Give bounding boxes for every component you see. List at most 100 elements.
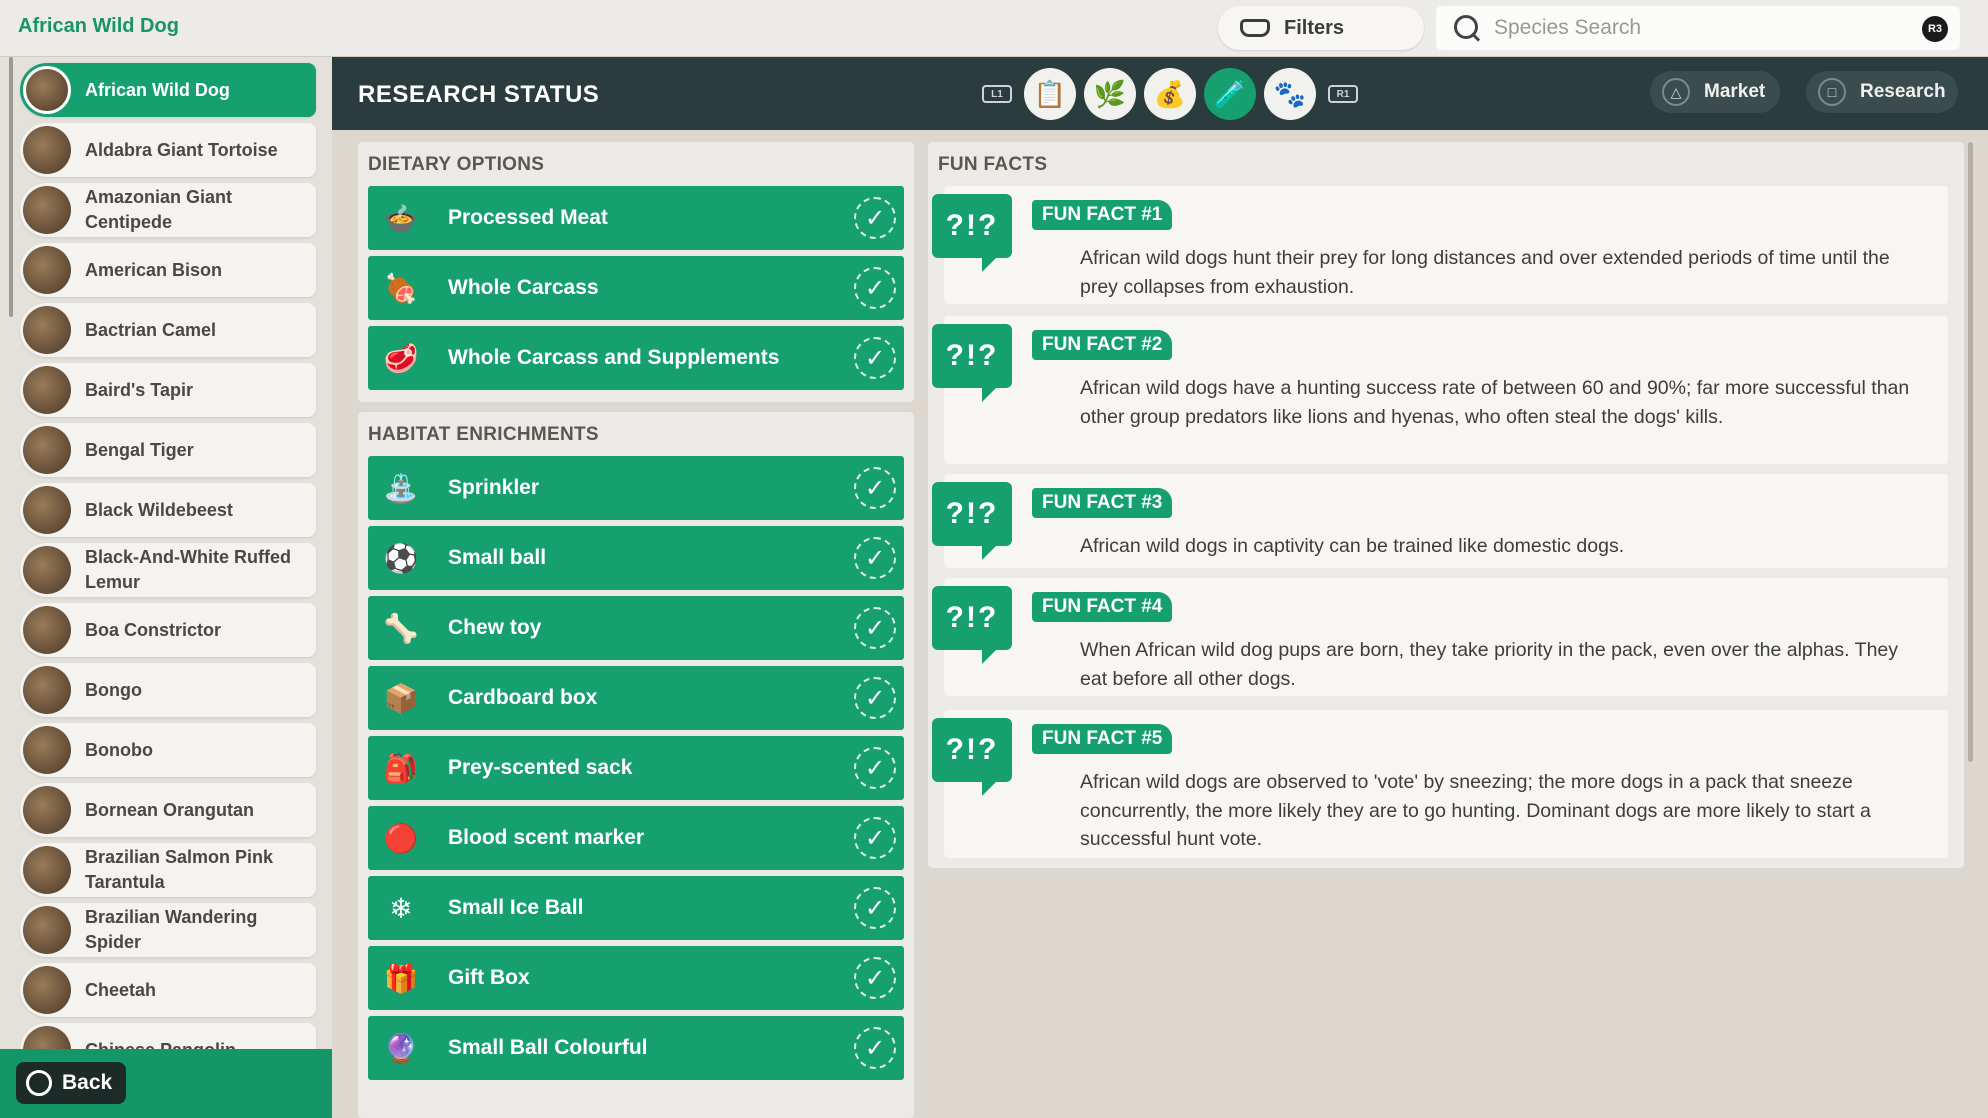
species-name: Aldabra Giant Tortoise [85,139,278,160]
species-avatar [23,906,71,954]
species-search[interactable]: R3 [1436,6,1960,50]
top-bar: African Wild Dog Filters R3 [0,0,1988,57]
fun-fact-tag: FUN FACT #4 [1032,592,1173,622]
researched-check-icon: ✓ [854,197,896,239]
blood-marker-icon: 🔴 [383,822,419,854]
sidebar-species-item[interactable]: Bactrian Camel [20,303,316,357]
sidebar-species-item[interactable]: Baird's Tapir [20,363,316,417]
fun-fact-bubble-icon: ?!? [932,586,1012,664]
sidebar-species-item[interactable]: Bornean Orangutan [20,783,316,837]
small-ball-icon: ⚽ [383,542,419,574]
fun-fact-bubble-icon: ?!? [932,324,1012,402]
species-name: American Bison [85,259,223,280]
tab-habitat-icon[interactable]: 🌿 [1084,68,1136,120]
scented-sack-icon: 🎒 [383,752,419,784]
dietary-option-row[interactable]: 🍖 Whole Carcass ✓ [368,256,904,320]
fun-fact-tag: FUN FACT #1 [1032,200,1173,230]
researched-check-icon: ✓ [854,747,896,789]
tab-clipboard-icon[interactable]: 📋 [1024,68,1076,120]
market-label: Market [1704,81,1766,102]
option-label: Sprinkler [448,476,540,499]
sidebar-species-item[interactable]: Bengal Tiger [20,423,316,477]
r1-button-icon[interactable]: R1 [1328,85,1358,103]
species-name: Cheetah [85,979,157,1000]
species-name: Brazilian Wandering Spider [85,907,258,952]
tab-enrichment-icon[interactable]: 🧪 [1204,68,1256,120]
carcass-icon: 🍖 [383,272,419,304]
habitat-enrichments-panel: HABITAT ENRICHMENTS ⛲ Sprinkler ✓ ⚽ Small ba… [358,412,914,1118]
fun-fact-card: ?!? FUN FACT #3 African wild dogs in capti… [932,474,1948,568]
filters-button[interactable]: Filters [1218,6,1424,50]
meat-bowl-icon: 🍲 [383,202,419,234]
species-name: Bonobo [85,739,153,760]
dietary-option-row[interactable]: 🥩 Whole Carcass and Supplements ✓ [368,326,904,390]
habitat-option-row[interactable]: 🎁 Gift Box ✓ [368,946,904,1010]
sidebar-species-item[interactable]: Aldabra Giant Tortoise [20,123,316,177]
fun-fact-card: ?!? FUN FACT #1 African wild dogs hunt the… [932,186,1948,304]
fun-fact-tag: FUN FACT #3 [1032,488,1173,518]
habitat-option-row[interactable]: 🦴 Chew toy ✓ [368,596,904,660]
research-label: Research [1860,81,1946,102]
research-button[interactable]: □ Research [1806,71,1958,113]
species-name: Bongo [85,679,142,700]
species-avatar [23,846,71,894]
option-label: Blood scent marker [448,826,645,849]
fun-fact-text: African wild dogs in captivity can be tr… [1080,535,1625,557]
sidebar-species-item[interactable]: African Wild Dog [20,63,316,117]
researched-check-icon: ✓ [854,267,896,309]
back-label: Back [62,1071,113,1094]
habitat-option-row[interactable]: ⚽ Small ball ✓ [368,526,904,590]
researched-check-icon: ✓ [854,467,896,509]
sidebar-species-item[interactable]: Boa Constrictor [20,603,316,657]
triangle-button-icon: △ [1662,78,1690,106]
researched-check-icon: ✓ [854,337,896,379]
species-avatar [23,426,71,474]
researched-check-icon: ✓ [854,957,896,999]
sidebar-species-item[interactable]: American Bison [20,243,316,297]
circle-button-icon [26,1070,52,1096]
habitat-enrichments-title: HABITAT ENRICHMENTS [368,424,599,445]
habitat-option-row[interactable]: 📦 Cardboard box ✓ [368,666,904,730]
sidebar-species-item[interactable]: Black Wildebeest [20,483,316,537]
option-label: Processed Meat [448,206,608,229]
species-search-input[interactable] [1494,16,1894,40]
sidebar-species-item[interactable]: Black-And-White Ruffed Lemur [20,543,316,597]
habitat-option-row[interactable]: ⛲ Sprinkler ✓ [368,456,904,520]
option-label: Whole Carcass [448,276,599,299]
back-button[interactable]: Back [16,1062,126,1104]
habitat-option-row[interactable]: 🔴 Blood scent marker ✓ [368,806,904,870]
research-header: RESEARCH STATUS L1 📋 🌿 💰 🧪 🐾 R1 △ Market… [332,57,1988,130]
species-avatar [23,366,71,414]
sidebar-species-item[interactable]: Brazilian Wandering Spider [20,903,316,957]
dietary-option-row[interactable]: 🍲 Processed Meat ✓ [368,186,904,250]
fun-fact-card: ?!? FUN FACT #2 African wild dogs have a h… [932,316,1948,464]
ice-ball-icon: ❄ [389,892,413,924]
tab-paw-icon[interactable]: 🐾 [1264,68,1316,120]
habitat-option-row[interactable]: ❄ Small Ice Ball ✓ [368,876,904,940]
habitat-option-row[interactable]: 🎒 Prey-scented sack ✓ [368,736,904,800]
option-label: Cardboard box [448,686,598,709]
dietary-options-title: DIETARY OPTIONS [368,154,545,175]
sidebar-species-item[interactable]: Bongo [20,663,316,717]
species-name: Black Wildebeest [85,499,233,520]
gift-box-icon: 🎁 [383,962,419,994]
sidebar-scrollbar[interactable] [9,57,13,317]
sidebar-species-item[interactable]: Amazonian Giant Centipede [20,183,316,237]
page-title: RESEARCH STATUS [358,81,600,108]
fun-fact-tag: FUN FACT #2 [1032,330,1173,360]
researched-check-icon: ✓ [854,887,896,929]
sidebar-species-item[interactable]: Brazilian Salmon Pink Tarantula [20,843,316,897]
option-label: Prey-scented sack [448,756,633,779]
market-button[interactable]: △ Market [1650,71,1780,113]
sidebar-species-item[interactable]: Bonobo [20,723,316,777]
l1-button-icon[interactable]: L1 [982,85,1012,103]
fun-facts-scrollbar[interactable] [1968,142,1973,762]
square-button-icon: □ [1818,78,1846,106]
species-name: Amazonian Giant Centipede [85,187,233,232]
option-label: Gift Box [448,966,530,989]
option-label: Small Ice Ball [448,896,584,919]
tab-food-sack-icon[interactable]: 💰 [1144,68,1196,120]
habitat-option-row[interactable]: 🔮 Small Ball Colourful ✓ [368,1016,904,1080]
sidebar-species-item[interactable]: Cheetah [20,963,316,1017]
species-avatar [23,726,71,774]
